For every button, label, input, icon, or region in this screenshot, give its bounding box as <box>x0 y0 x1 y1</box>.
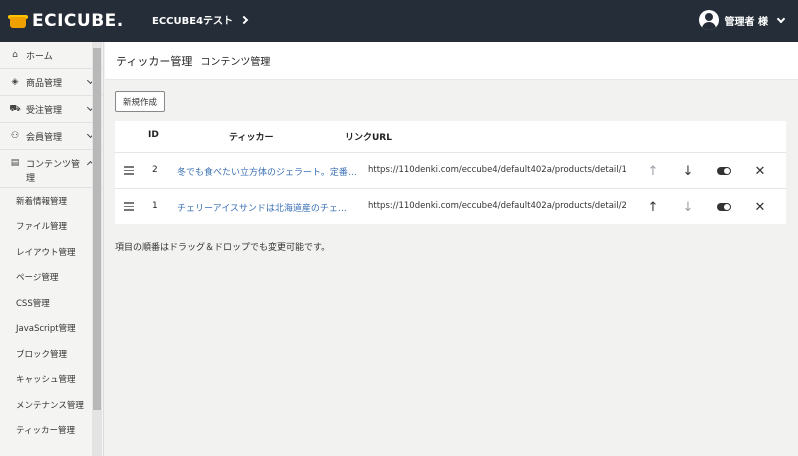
shop-link[interactable]: ECCUBE4テスト <box>152 12 249 27</box>
sidebar-subitem-layout[interactable]: レイアウト管理 <box>0 239 103 265</box>
delete-icon[interactable]: ✕ <box>751 198 769 216</box>
ticker-link[interactable]: チェリーアイスサンドは北海道産のチェ… <box>177 201 357 214</box>
sidebar-subitem-files[interactable]: ファイル管理 <box>0 214 103 240</box>
sidebar-subitem-cache[interactable]: キャッシュ管理 <box>0 367 103 393</box>
page-title-bar: ティッカー管理 コンテンツ管理 <box>105 42 798 80</box>
users-icon: ⚇ <box>10 131 20 141</box>
delete-icon[interactable]: ✕ <box>751 162 769 180</box>
header-id: ID <box>148 130 159 140</box>
sidebar-subitem-blocks[interactable]: ブロック管理 <box>0 341 103 367</box>
sidebar-subitem-label: キャッシュ管理 <box>16 375 76 386</box>
file-icon: ▤ <box>10 158 20 168</box>
sidebar-subitem-label: CSS管理 <box>16 298 50 309</box>
sidebar-subitem-label: ティッカー管理 <box>16 426 75 437</box>
new-button[interactable]: 新規作成 <box>115 91 165 112</box>
arrow-down-icon[interactable]: ↓ <box>679 198 697 216</box>
table-header: ID ティッカー リンクURL <box>115 121 786 149</box>
drag-handle-icon[interactable] <box>124 202 134 211</box>
sidebar-item-label: 会員管理 <box>26 132 63 143</box>
shop-name: ECCUBE4テスト <box>152 16 234 27</box>
sidebar-subitem-label: 新着情報管理 <box>16 196 68 207</box>
arrow-up-icon[interactable]: ↑ <box>644 162 662 180</box>
header-url: リンクURL <box>345 133 392 143</box>
home-icon: ⌂ <box>12 50 18 60</box>
sidebar-scrollbar[interactable] <box>92 42 102 456</box>
sidebar-item-home[interactable]: ⌂ ホーム <box>0 42 103 69</box>
sidebar-item-label: コンテンツ管理 <box>26 160 81 184</box>
sidebar-subitem-ticker[interactable]: ティッカー管理 <box>0 418 103 444</box>
ticker-table: ID ティッカー リンクURL 2 冬でも食べたい立方体のジェラート。定番… h… <box>115 121 786 224</box>
row-id: 2 <box>152 165 158 175</box>
sidebar-subitem-label: ブロック管理 <box>16 349 68 360</box>
header-ticker: ティッカー <box>229 133 274 143</box>
toggle-visibility-icon[interactable] <box>715 162 733 180</box>
sidebar-item-orders[interactable]: ⛟ 受注管理 <box>0 96 103 123</box>
user-avatar-icon <box>698 10 719 30</box>
sidebar-item-products[interactable]: ◈ 商品管理 <box>0 69 103 96</box>
sidebar-subitem-pages[interactable]: ページ管理 <box>0 265 103 291</box>
table-row[interactable]: 1 チェリーアイスサンドは北海道産のチェ… https://110denki.c… <box>115 188 786 224</box>
page-subtitle: コンテンツ管理 <box>200 57 271 68</box>
sidebar-subitem-label: レイアウト管理 <box>16 247 76 258</box>
sidebar-item-label: 商品管理 <box>26 78 63 89</box>
sidebar-subitem-news[interactable]: 新着情報管理 <box>0 188 103 214</box>
arrow-down-icon[interactable]: ↓ <box>679 162 697 180</box>
sidebar-subitem-css[interactable]: CSS管理 <box>0 290 103 316</box>
cube-icon: ◈ <box>11 77 19 87</box>
sidebar-item-label: 受注管理 <box>26 105 63 116</box>
logo-text: ECICUBE. <box>32 11 124 31</box>
sidebar-subitem-label: JavaScript管理 <box>16 324 76 335</box>
sidebar: ⌂ ホーム ◈ 商品管理 ⛟ 受注管理 ⚇ 会員管理 ▤ コンテンツ管理 新着情… <box>0 42 104 456</box>
cube-logo-icon <box>8 13 28 29</box>
sidebar-subitem-label: ページ管理 <box>16 273 59 284</box>
row-id: 1 <box>152 201 158 211</box>
sidebar-item-customers[interactable]: ⚇ 会員管理 <box>0 123 103 150</box>
scrollbar-thumb[interactable] <box>93 48 101 410</box>
table-row[interactable]: 2 冬でも食べたい立方体のジェラート。定番… https://110denki.… <box>115 152 786 188</box>
drag-handle-icon[interactable] <box>124 166 134 175</box>
row-url: https://110denki.com/eccube4/default402a… <box>368 165 626 175</box>
chevron-right-icon <box>239 15 249 24</box>
page-title: ティッカー管理 <box>116 54 193 68</box>
user-name: 管理者 様 <box>724 16 768 28</box>
sidebar-subitem-javascript[interactable]: JavaScript管理 <box>0 316 103 342</box>
arrow-up-icon[interactable]: ↑ <box>644 198 662 216</box>
ticker-link[interactable]: 冬でも食べたい立方体のジェラート。定番… <box>177 165 357 178</box>
sidebar-item-label: ホーム <box>26 51 53 62</box>
help-note: 項目の順番はドラッグ＆ドロップでも変更可能です。 <box>115 243 331 253</box>
header-bar: ECICUBE. ECCUBE4テスト 管理者 様 <box>0 0 798 42</box>
chevron-down-icon <box>776 14 786 23</box>
sidebar-subitem-label: メンテナンス管理 <box>16 400 84 411</box>
cart-icon: ⛟ <box>9 103 21 114</box>
sidebar-subitem-maintenance[interactable]: メンテナンス管理 <box>0 392 103 418</box>
row-url: https://110denki.com/eccube4/default402a… <box>368 201 626 211</box>
logo[interactable]: ECICUBE. <box>8 10 124 32</box>
sidebar-item-content[interactable]: ▤ コンテンツ管理 <box>0 150 103 188</box>
user-menu[interactable]: 管理者 様 <box>698 10 786 30</box>
toggle-visibility-icon[interactable] <box>715 198 733 216</box>
sidebar-subitem-label: ファイル管理 <box>16 222 68 233</box>
